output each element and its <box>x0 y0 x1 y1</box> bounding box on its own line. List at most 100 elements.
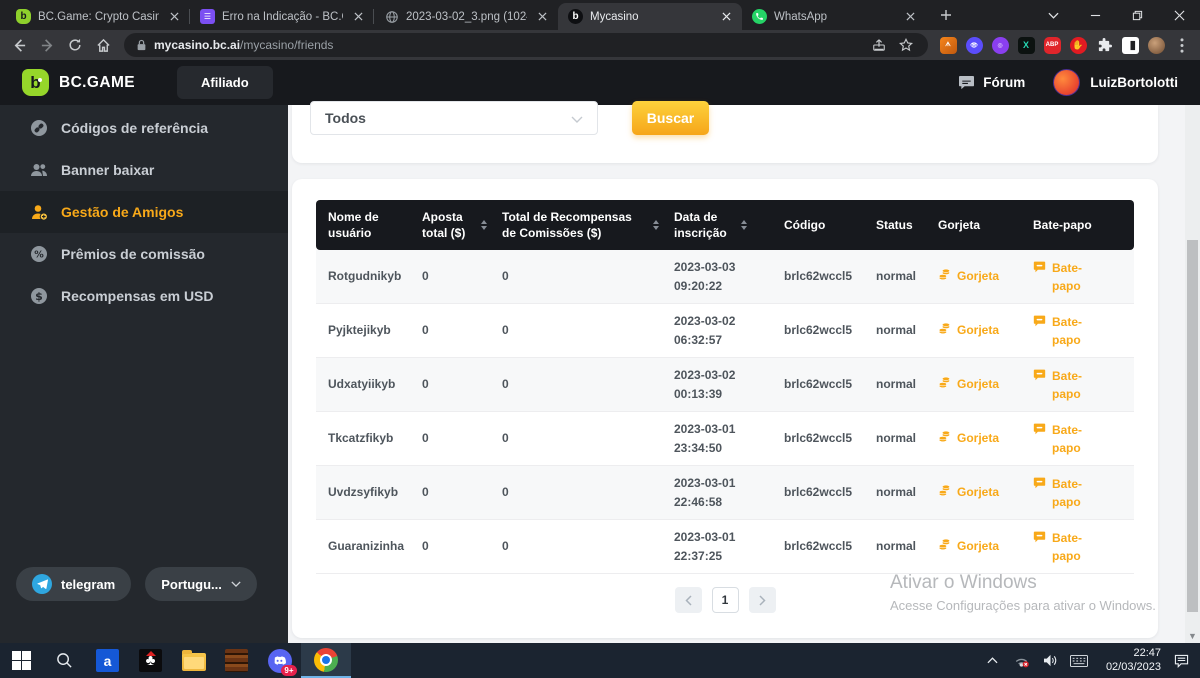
tab-bcgame[interactable]: b BC.Game: Crypto Casino Gam <box>6 3 190 30</box>
tip-button[interactable]: Gorjeta <box>938 375 999 394</box>
metamask-icon[interactable]: ᗑ <box>938 35 958 55</box>
next-page-button[interactable] <box>749 587 776 613</box>
nav-afiliado[interactable]: Afiliado <box>177 66 273 99</box>
sort-icon[interactable] <box>653 220 659 230</box>
taskbar-discord[interactable]: 9+ <box>258 643 301 678</box>
volume-icon[interactable] <box>1041 652 1059 670</box>
share-icon[interactable] <box>869 35 889 55</box>
windows-taskbar: a ♣ 9+ 22:47 02/03/2023 <box>0 643 1200 678</box>
tab-erro-indicacao[interactable]: ☰ Erro na Indicação - BC.Game <box>190 3 374 30</box>
row-date: 2023-03-0206:32:57 <box>674 312 784 349</box>
tab-close-icon[interactable] <box>534 9 550 25</box>
brand-name[interactable]: BC.GAME <box>59 74 135 92</box>
reading-mode-icon[interactable] <box>1120 35 1140 55</box>
touch-keyboard-icon[interactable] <box>1070 652 1088 670</box>
tip-button[interactable]: Gorjeta <box>938 483 999 502</box>
minimize-button[interactable] <box>1074 0 1116 30</box>
sidebar-item-banner-baixar[interactable]: Banner baixar <box>0 149 288 191</box>
chat-button[interactable]: Bate-papo <box>1033 367 1096 403</box>
chat-button[interactable]: Bate-papo <box>1033 421 1096 457</box>
percent-icon: % <box>30 245 48 263</box>
bcgame-logo[interactable]: b <box>22 69 49 96</box>
taskbar-search-button[interactable] <box>43 643 86 678</box>
scroll-down-arrow-icon[interactable]: ▼ <box>1185 631 1200 641</box>
adblock-plus-icon[interactable]: ABP <box>1042 35 1062 55</box>
purple-wallet-icon[interactable]: ◎ <box>990 35 1010 55</box>
taskbar-file-explorer[interactable] <box>172 643 215 678</box>
scrollbar-thumb[interactable] <box>1187 240 1198 612</box>
bcgame-icon: b <box>16 9 31 24</box>
sidebar-item-label: Recompensas em USD <box>61 288 214 304</box>
chat-button[interactable]: Bate-papo <box>1033 475 1096 511</box>
forum-link[interactable]: Fórum <box>958 75 1025 90</box>
browser-menu-icon[interactable] <box>1172 35 1192 55</box>
x-extension-icon[interactable]: X <box>1016 35 1036 55</box>
taskbar-game-app[interactable] <box>215 643 258 678</box>
back-icon[interactable] <box>8 34 30 56</box>
filter-dropdown[interactable]: Todos <box>310 101 598 135</box>
tab-close-icon[interactable] <box>350 9 366 25</box>
page-scrollbar[interactable]: ▼ <box>1185 105 1200 643</box>
tip-button[interactable]: Gorjeta <box>938 537 999 556</box>
chat-bubble-icon <box>1033 476 1046 489</box>
close-window-button[interactable] <box>1158 0 1200 30</box>
tip-button[interactable]: Gorjeta <box>938 267 999 286</box>
profile-avatar[interactable] <box>1146 35 1166 55</box>
language-selector[interactable]: Portugu... <box>145 567 257 601</box>
chat-button[interactable]: Bate-papo <box>1033 313 1096 349</box>
tip-button[interactable]: Gorjeta <box>938 429 999 448</box>
address-bar[interactable]: mycasino.bc.ai/mycasino/friends <box>124 33 928 57</box>
tab-whatsapp[interactable]: WhatsApp <box>742 3 926 30</box>
row-code: brlc62wccl5 <box>784 375 876 394</box>
reload-icon[interactable] <box>64 34 86 56</box>
sort-icon[interactable] <box>481 220 487 230</box>
tab-close-icon[interactable] <box>166 9 182 25</box>
row-username: Udxatyiikyb <box>316 375 422 394</box>
prev-page-button[interactable] <box>675 587 702 613</box>
start-button[interactable] <box>0 643 43 678</box>
username[interactable]: LuizBortolotti <box>1090 75 1178 90</box>
current-page[interactable]: 1 <box>712 587 739 613</box>
chat-button[interactable]: Bate-papo <box>1033 529 1096 565</box>
sidebar-item-gestao-de-amigos[interactable]: Gestão de Amigos <box>0 191 288 233</box>
tray-chevron-up-icon[interactable] <box>983 652 1001 670</box>
sidebar-item-recompensas-usd[interactable]: $ Recompensas em USD <box>0 275 288 317</box>
new-tab-button[interactable] <box>932 1 960 29</box>
search-button[interactable]: Buscar <box>632 101 709 135</box>
tab-mycasino-active[interactable]: b Mycasino <box>558 3 742 30</box>
bookmark-star-icon[interactable] <box>896 35 916 55</box>
telegram-button[interactable]: telegram <box>16 567 131 601</box>
discord-icon: 9+ <box>268 649 292 673</box>
network-disconnected-icon[interactable] <box>1012 652 1030 670</box>
sidebar-item-codigos-referencia[interactable]: Códigos de referência <box>0 107 288 149</box>
sidebar-item-label: Gestão de Amigos <box>61 204 183 220</box>
tab-search-chevron-icon[interactable] <box>1032 0 1074 30</box>
tab-png-image[interactable]: 2023-03-02_3.png (1024×76 <box>374 3 558 30</box>
taskbar-amd-radeon[interactable]: a <box>86 643 129 678</box>
puzzle-extensions-icon[interactable] <box>1094 35 1114 55</box>
tab-close-icon[interactable] <box>718 9 734 25</box>
sidebar-item-label: Prêmios de comissão <box>61 246 205 262</box>
chat-button[interactable]: Bate-papo <box>1033 259 1096 295</box>
taskbar-casino-app[interactable]: ♣ <box>129 643 172 678</box>
url-text: mycasino.bc.ai/mycasino/friends <box>154 38 862 52</box>
phantom-wallet-icon[interactable]: 👁 <box>964 35 984 55</box>
home-icon[interactable] <box>92 34 114 56</box>
action-center-icon[interactable] <box>1172 652 1190 670</box>
stop-hand-icon[interactable]: ✋ <box>1068 35 1088 55</box>
taskbar-chrome-active[interactable] <box>301 643 351 678</box>
user-avatar[interactable] <box>1053 69 1080 96</box>
sort-icon[interactable] <box>741 220 747 230</box>
row-status: normal <box>876 321 938 340</box>
coins-icon <box>938 376 951 389</box>
svg-text:$: $ <box>35 290 43 303</box>
whatsapp-icon <box>752 9 767 24</box>
link-icon <box>30 119 48 137</box>
forward-icon[interactable] <box>36 34 58 56</box>
taskbar-clock[interactable]: 22:47 02/03/2023 <box>1099 647 1161 675</box>
restore-button[interactable] <box>1116 0 1158 30</box>
tip-button[interactable]: Gorjeta <box>938 321 999 340</box>
sidebar-item-premios-comissao[interactable]: % Prêmios de comissão <box>0 233 288 275</box>
tab-close-icon[interactable] <box>902 9 918 25</box>
chat-bubble-icon <box>1033 368 1046 381</box>
